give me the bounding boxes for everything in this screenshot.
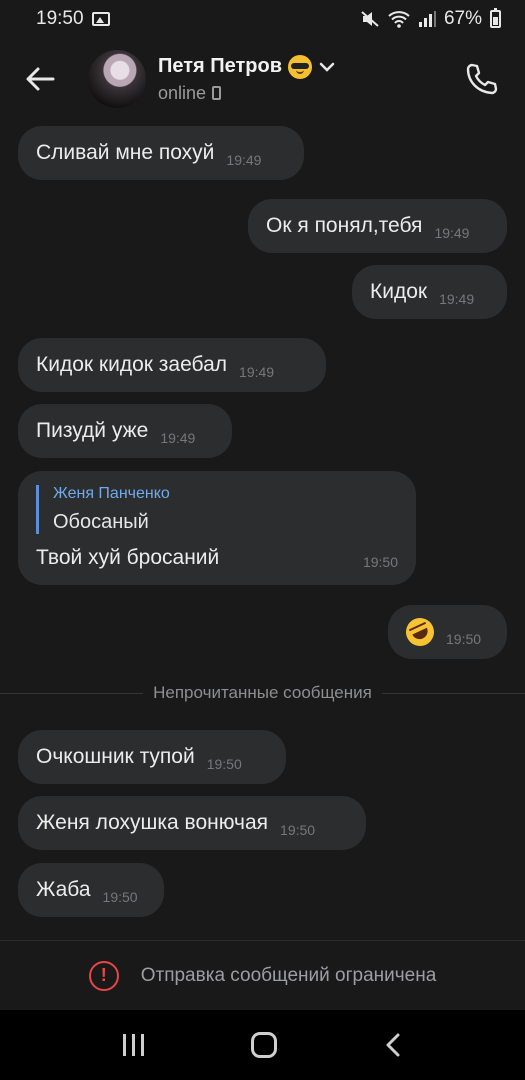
message-bubble-incoming[interactable]: Очкошник тупой 19:50 bbox=[18, 730, 286, 784]
message-text: Очкошник тупой bbox=[36, 745, 195, 768]
status-bar: 19:50 67% bbox=[0, 0, 525, 38]
message-time: 19:49 bbox=[434, 225, 470, 241]
call-button[interactable] bbox=[445, 43, 517, 115]
message-text: Пизудй уже bbox=[36, 419, 149, 442]
message-time: 19:50 bbox=[280, 822, 316, 838]
message-time: 19:50 bbox=[362, 554, 398, 570]
quote-text: Обосаный bbox=[53, 511, 149, 533]
restricted-text: Отправка сообщений ограничена bbox=[140, 964, 437, 986]
chevron-down-icon[interactable] bbox=[318, 61, 336, 73]
message-text: Твой хуй бросаний bbox=[36, 546, 220, 569]
reply-quote[interactable]: Женя Панченко Обосаный bbox=[36, 485, 398, 534]
gallery-icon bbox=[91, 12, 110, 26]
message-text: Жаба bbox=[36, 878, 91, 901]
phone-icon bbox=[466, 63, 498, 95]
message-time: 19:50 bbox=[102, 889, 138, 905]
message-text: Ок я понял,тебя bbox=[266, 214, 423, 237]
mobile-icon bbox=[212, 86, 222, 100]
message-text: Женя лохушка вонючая bbox=[36, 811, 269, 834]
nav-home-icon[interactable] bbox=[250, 1032, 277, 1058]
message-text: Сливай мне похуй bbox=[36, 141, 215, 164]
restricted-notice: ! Отправка сообщений ограничена bbox=[0, 940, 525, 1010]
back-button[interactable] bbox=[0, 39, 80, 119]
message-bubble-outgoing[interactable]: Кидок 19:49 bbox=[352, 265, 507, 319]
mute-icon bbox=[361, 11, 379, 27]
unread-divider: Непрочитанные сообщения bbox=[0, 680, 525, 706]
message-bubble-incoming[interactable]: Жаба 19:50 bbox=[18, 863, 164, 917]
peer-name: Петя Петров bbox=[158, 55, 283, 77]
peer-status: online bbox=[158, 82, 207, 103]
peer-info[interactable]: Петя Петров online bbox=[158, 54, 445, 104]
nav-recent-icon[interactable] bbox=[123, 1034, 145, 1056]
avatar[interactable] bbox=[88, 50, 146, 108]
wifi-icon bbox=[388, 11, 410, 28]
message-bubble-reply[interactable]: Женя Панченко Обосаный Твой хуй бросаний… bbox=[18, 471, 416, 585]
status-time: 19:50 bbox=[36, 8, 84, 29]
quote-author: Женя Панченко bbox=[53, 485, 170, 502]
battery-percent: 67% bbox=[443, 8, 482, 29]
rolling-laughing-emoji-icon bbox=[401, 613, 439, 651]
system-nav-bar bbox=[0, 1010, 525, 1080]
battery-icon bbox=[490, 8, 501, 28]
message-bubble-outgoing[interactable]: Ок я понял,тебя 19:49 bbox=[248, 199, 507, 253]
unread-label: Непрочитанные сообщения bbox=[143, 683, 382, 703]
message-time: 19:49 bbox=[439, 291, 475, 307]
message-bubble-incoming[interactable]: Женя лохушка вонючая 19:50 bbox=[18, 796, 366, 850]
message-list[interactable]: Сливай мне похуй 19:49 Ок я понял,тебя 1… bbox=[0, 120, 525, 940]
message-time: 19:49 bbox=[239, 364, 275, 380]
message-bubble-incoming[interactable]: Кидок кидок заебал 19:49 bbox=[18, 338, 326, 392]
message-text: Кидок bbox=[370, 280, 428, 303]
warning-icon: ! bbox=[88, 960, 119, 991]
message-bubble-incoming[interactable]: Сливай мне похуй 19:49 bbox=[18, 126, 304, 180]
message-time: 19:49 bbox=[160, 430, 196, 446]
message-time: 19:50 bbox=[446, 631, 482, 647]
message-time: 19:50 bbox=[206, 756, 242, 772]
chat-header: Петя Петров online bbox=[0, 38, 525, 120]
signal-icon bbox=[418, 11, 436, 27]
message-time: 19:49 bbox=[226, 152, 262, 168]
message-bubble-outgoing[interactable]: 19:50 bbox=[388, 605, 507, 659]
message-bubble-incoming[interactable]: Пизудй уже 19:49 bbox=[18, 404, 232, 458]
sunglasses-emoji-icon bbox=[288, 54, 313, 79]
message-text: Кидок кидок заебал bbox=[36, 353, 228, 376]
back-arrow-icon bbox=[26, 67, 55, 91]
nav-back-icon[interactable] bbox=[384, 1032, 402, 1058]
